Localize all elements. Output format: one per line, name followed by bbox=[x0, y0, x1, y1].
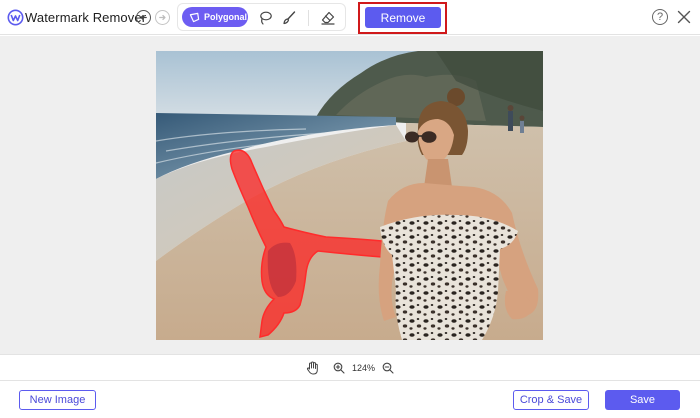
tool-divider bbox=[308, 10, 309, 26]
editing-canvas[interactable] bbox=[0, 36, 700, 354]
eraser-tool-button[interactable] bbox=[319, 9, 337, 27]
remove-button[interactable]: Remove bbox=[365, 7, 441, 28]
footer-bar: New Image Crop & Save Save bbox=[0, 380, 700, 418]
watermark-logo-icon bbox=[7, 9, 24, 26]
photo-preview[interactable] bbox=[156, 51, 543, 340]
hand-icon[interactable] bbox=[306, 361, 319, 375]
selection-tools: Polygonal bbox=[177, 3, 346, 31]
header-bar: Watermark Remover Polygonal Remove ? bbox=[0, 0, 700, 35]
undo-icon bbox=[140, 14, 147, 21]
redo-button[interactable] bbox=[155, 10, 170, 25]
eraser-icon bbox=[321, 11, 335, 25]
lasso-tool-button[interactable] bbox=[256, 9, 274, 27]
zoom-out-icon[interactable] bbox=[382, 362, 394, 374]
crop-and-save-button[interactable]: Crop & Save bbox=[513, 390, 589, 410]
polygonal-tool-label: Polygonal bbox=[204, 12, 248, 22]
help-icon[interactable]: ? bbox=[652, 9, 668, 25]
brush-tool-button[interactable] bbox=[280, 9, 298, 27]
redo-icon bbox=[159, 14, 166, 21]
close-icon[interactable] bbox=[676, 9, 692, 25]
zoom-in-icon[interactable] bbox=[333, 362, 345, 374]
undo-button[interactable] bbox=[136, 10, 151, 25]
polygon-icon bbox=[189, 12, 200, 22]
new-image-button[interactable]: New Image bbox=[19, 390, 96, 410]
app-title: Watermark Remover bbox=[25, 10, 147, 25]
polygonal-tool-button[interactable]: Polygonal bbox=[182, 7, 248, 27]
save-button[interactable]: Save bbox=[605, 390, 680, 410]
brush-icon bbox=[283, 11, 296, 25]
watermark-remover-window: Watermark Remover Polygonal Remove ? 124… bbox=[0, 0, 700, 418]
lasso-icon bbox=[260, 11, 272, 25]
zoom-level: 124% bbox=[352, 363, 376, 373]
zoom-bar: 124% bbox=[0, 354, 700, 380]
